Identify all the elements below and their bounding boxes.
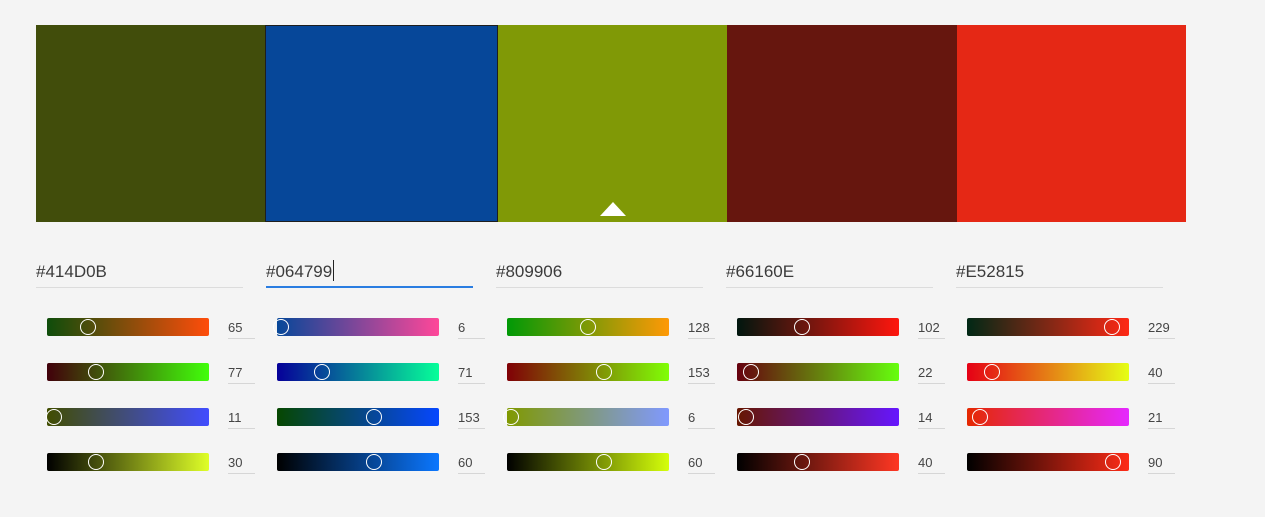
hex-input[interactable]: #66160E	[726, 254, 933, 288]
slider-track[interactable]	[272, 318, 439, 336]
channel-value-input[interactable]: 30	[228, 456, 255, 474]
hex-value: #064799	[266, 262, 333, 281]
slider-track[interactable]	[507, 363, 669, 381]
slider-handle[interactable]	[742, 364, 759, 380]
slider-handle[interactable]	[87, 364, 104, 380]
slider-track[interactable]	[277, 363, 439, 381]
color-swatch-2[interactable]	[265, 25, 498, 222]
color-editor-3: #809906 128 153 6 60	[496, 254, 726, 474]
channel-value-input[interactable]: 90	[1148, 456, 1175, 474]
slider-handle[interactable]	[314, 364, 331, 380]
slider-handle[interactable]	[580, 319, 597, 335]
slider-track[interactable]	[47, 363, 209, 381]
color-swatch-3[interactable]	[498, 25, 727, 222]
slider-track[interactable]	[507, 453, 669, 471]
channel-value-input[interactable]: 21	[1148, 411, 1175, 429]
channel-value-input[interactable]: 6	[688, 411, 715, 429]
slider-handle[interactable]	[972, 409, 989, 425]
channel-value-input[interactable]: 60	[688, 456, 715, 474]
slider-handle[interactable]	[596, 454, 613, 470]
slider-handle[interactable]	[366, 454, 383, 470]
slider-handle[interactable]	[45, 409, 62, 425]
channel-value-input[interactable]: 153	[458, 411, 485, 429]
hex-input[interactable]: #064799	[266, 254, 473, 288]
slider-handle[interactable]	[984, 364, 1001, 380]
hex-input[interactable]: #414D0B	[36, 254, 243, 288]
channel-value-input[interactable]: 65	[228, 321, 255, 339]
channel-value-input[interactable]: 22	[918, 366, 945, 384]
color-editor-4: #66160E 102 22 14 40	[726, 254, 956, 474]
slider-track[interactable]	[967, 453, 1129, 471]
hex-value: #809906	[496, 262, 563, 281]
slider-track[interactable]	[737, 363, 899, 381]
color-swatch-5[interactable]	[957, 25, 1186, 222]
slider-track[interactable]	[502, 408, 669, 426]
channel-value-input[interactable]: 40	[1148, 366, 1175, 384]
text-cursor	[333, 260, 335, 281]
slider-track[interactable]	[507, 318, 669, 336]
color-editor-5: #E52815 229 40 21 90	[956, 254, 1186, 474]
slider-handle[interactable]	[366, 409, 383, 425]
color-editor-2: #064799 6 71 153 60	[266, 254, 496, 474]
slider-track[interactable]	[737, 318, 899, 336]
slider-track[interactable]	[737, 453, 899, 471]
slider-track[interactable]	[967, 363, 1129, 381]
slider-track[interactable]	[47, 453, 209, 471]
channel-value-input[interactable]: 40	[918, 456, 945, 474]
channel-value-input[interactable]: 60	[458, 456, 485, 474]
channel-value-input[interactable]: 128	[688, 321, 715, 339]
slider-track[interactable]	[45, 408, 209, 426]
hex-value: #414D0B	[36, 262, 107, 281]
slider-track[interactable]	[967, 408, 1129, 426]
channel-value-input[interactable]: 14	[918, 411, 945, 429]
channel-value-input[interactable]: 153	[688, 366, 715, 384]
hex-input[interactable]: #E52815	[956, 254, 1163, 288]
slider-track[interactable]	[967, 318, 1129, 336]
channel-value-input[interactable]: 229	[1148, 321, 1175, 339]
slider-handle[interactable]	[1104, 454, 1121, 470]
color-editor-1: #414D0B 65 77 11 30	[36, 254, 266, 474]
color-swatch-strip	[36, 25, 1186, 222]
channel-value-input[interactable]: 6	[458, 321, 485, 339]
slider-handle[interactable]	[80, 319, 97, 335]
slider-handle[interactable]	[502, 409, 519, 425]
active-swatch-caret-icon	[599, 202, 626, 216]
channel-value-input[interactable]: 77	[228, 366, 255, 384]
slider-track[interactable]	[47, 318, 209, 336]
slider-handle[interactable]	[1104, 319, 1121, 335]
slider-track[interactable]	[277, 453, 439, 471]
slider-handle[interactable]	[596, 364, 613, 380]
slider-handle[interactable]	[793, 319, 810, 335]
color-swatch-1[interactable]	[36, 25, 265, 222]
slider-track[interactable]	[737, 408, 899, 426]
slider-track[interactable]	[277, 408, 439, 426]
hex-input[interactable]: #809906	[496, 254, 703, 288]
slider-handle[interactable]	[793, 454, 810, 470]
slider-handle[interactable]	[737, 409, 754, 425]
channel-value-input[interactable]: 11	[228, 411, 255, 429]
color-swatch-4[interactable]	[727, 25, 957, 222]
channel-value-input[interactable]: 102	[918, 321, 945, 339]
hex-value: #66160E	[726, 262, 795, 281]
channel-value-input[interactable]: 71	[458, 366, 485, 384]
slider-handle[interactable]	[272, 319, 289, 335]
hex-value: #E52815	[956, 262, 1025, 281]
slider-handle[interactable]	[87, 454, 104, 470]
